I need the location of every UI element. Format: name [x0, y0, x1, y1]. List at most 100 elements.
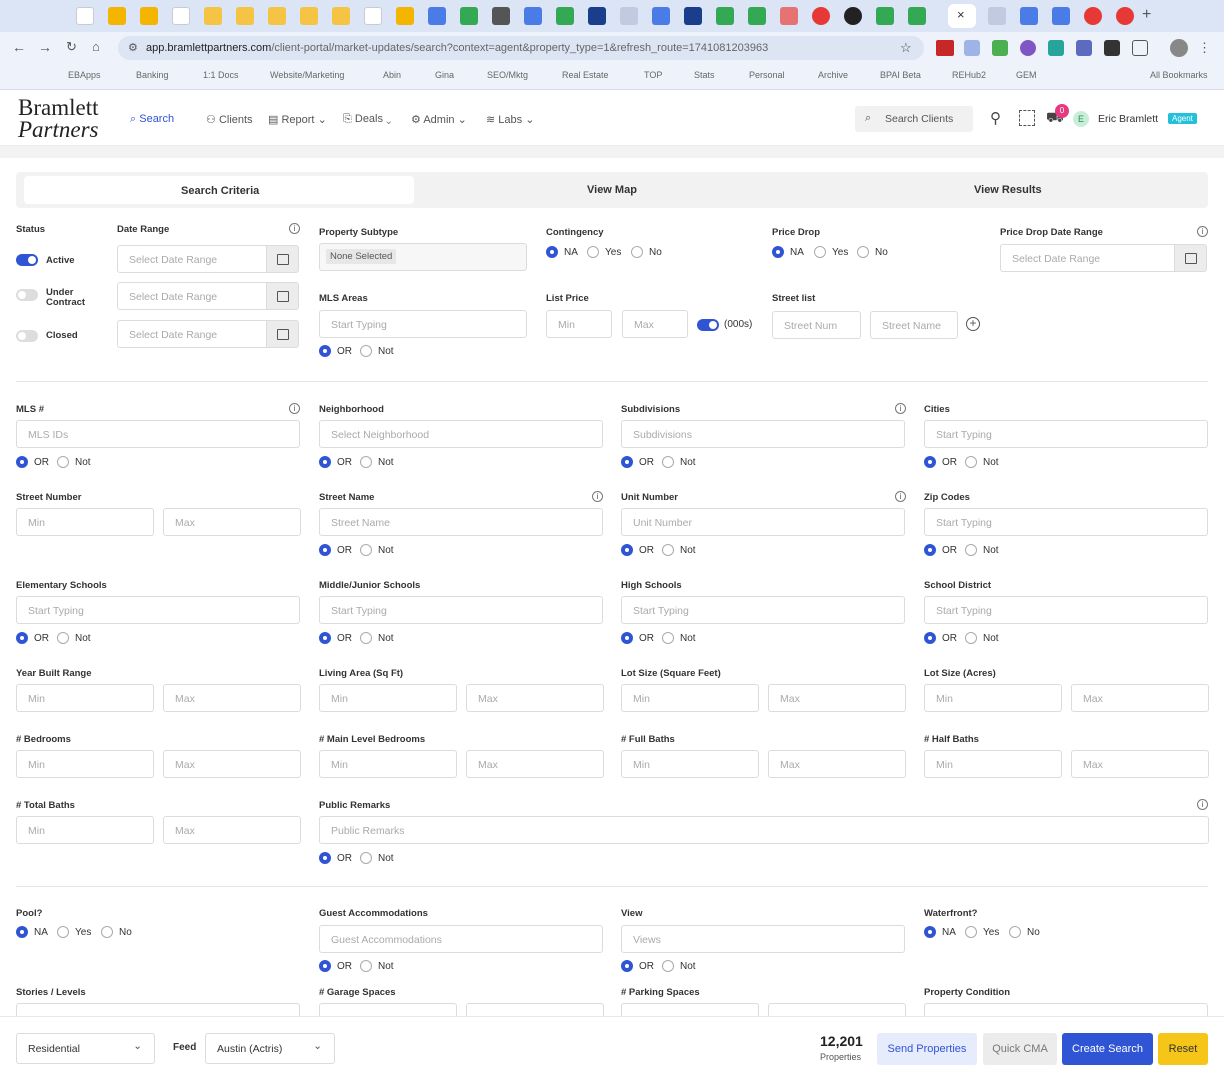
add-user-icon[interactable]: ⚲ — [990, 109, 1001, 127]
bookmark-star-icon[interactable]: ☆ — [900, 40, 912, 56]
zip-not-radio[interactable] — [965, 544, 977, 556]
mls-areas-not-radio[interactable] — [360, 345, 372, 357]
mls-ids-input[interactable]: MLS IDs — [16, 420, 300, 448]
info-icon[interactable]: i — [289, 223, 300, 234]
active-date-range-input[interactable]: Select Date Range — [117, 245, 267, 273]
high-not-radio[interactable] — [662, 632, 674, 644]
bookmark-personal[interactable]: Personal — [749, 70, 785, 80]
quick-cma-button[interactable]: Quick CMA — [983, 1033, 1057, 1065]
info-icon[interactable]: i — [1197, 226, 1208, 237]
bookmark-seo[interactable]: SEO/Mktg — [487, 70, 528, 80]
extension-icon[interactable] — [1020, 40, 1036, 56]
docs-tab-icon[interactable] — [1052, 7, 1070, 25]
back-icon[interactable]: ← — [12, 39, 26, 55]
pool-no-radio[interactable] — [101, 926, 113, 938]
mls-areas-or-radio[interactable] — [319, 345, 331, 357]
district-or-radio[interactable] — [924, 632, 936, 644]
price-drop-yes-radio[interactable] — [814, 246, 826, 258]
tab-view-results[interactable]: View Results — [974, 184, 1042, 196]
full-baths-min[interactable]: Min — [621, 750, 759, 778]
tab-icon[interactable] — [844, 7, 862, 25]
extension-icon[interactable] — [1104, 40, 1120, 56]
gmail-tab-icon[interactable] — [172, 7, 190, 25]
sheets-tab-icon[interactable] — [716, 7, 734, 25]
tab-icon[interactable] — [780, 7, 798, 25]
under-contract-date-range-input[interactable]: Select Date Range — [117, 282, 267, 310]
tab-icon[interactable] — [812, 7, 830, 25]
contingency-no-radio[interactable] — [631, 246, 643, 258]
close-tab-icon[interactable]: × — [957, 7, 965, 22]
bookmark-top[interactable]: TOP — [644, 70, 662, 80]
bookmark-gina[interactable]: Gina — [435, 70, 454, 80]
bookmark-real-estate[interactable]: Real Estate — [562, 70, 609, 80]
calendar-icon[interactable] — [266, 282, 299, 310]
lot-sqft-max[interactable]: Max — [768, 684, 906, 712]
guest-input[interactable]: Guest Accommodations — [319, 925, 603, 953]
all-bookmarks[interactable]: All Bookmarks — [1150, 70, 1208, 80]
drive-tab-icon[interactable] — [556, 7, 574, 25]
property-type-select[interactable]: Residential ⌄ — [16, 1033, 155, 1064]
view-or-radio[interactable] — [621, 960, 633, 972]
bookmark-gem[interactable]: GEM — [1016, 70, 1037, 80]
waterfront-na-radio[interactable] — [924, 926, 936, 938]
search-clients-box[interactable]: ⌕ Search Clients — [855, 106, 973, 132]
drive-tab-icon[interactable] — [908, 7, 926, 25]
extension-icon[interactable] — [964, 40, 980, 56]
new-tab-icon[interactable]: + — [1142, 6, 1151, 24]
contingency-yes-radio[interactable] — [587, 246, 599, 258]
list-price-min[interactable]: Min — [546, 310, 612, 338]
brand-logo[interactable]: Bramlett Partners — [18, 96, 99, 141]
view-not-radio[interactable] — [662, 960, 674, 972]
nav-search[interactable]: ⌕ Search — [130, 113, 174, 126]
reset-button[interactable]: Reset — [1158, 1033, 1208, 1065]
pool-na-radio[interactable] — [16, 926, 28, 938]
elementary-input[interactable]: Start Typing — [16, 596, 300, 624]
street-name-not-radio[interactable] — [360, 544, 372, 556]
tab-icon[interactable] — [1020, 7, 1038, 25]
unit-or-radio[interactable] — [621, 544, 633, 556]
middle-not-radio[interactable] — [360, 632, 372, 644]
sheets-tab-icon[interactable] — [876, 7, 894, 25]
zip-or-radio[interactable] — [924, 544, 936, 556]
nav-deals[interactable]: ⎘ Deals ⌄ — [343, 113, 391, 126]
forward-icon[interactable]: → — [38, 39, 52, 55]
view-input[interactable]: Views — [621, 925, 905, 953]
cities-or-radio[interactable] — [924, 456, 936, 468]
calendar-icon[interactable] — [266, 320, 299, 348]
info-icon[interactable]: i — [289, 403, 300, 414]
info-icon[interactable]: i — [592, 491, 603, 502]
middle-or-radio[interactable] — [319, 632, 331, 644]
home-icon[interactable]: ⌂ — [92, 39, 100, 54]
tab-icon[interactable] — [1116, 7, 1134, 25]
subdivisions-or-radio[interactable] — [621, 456, 633, 468]
extension-icon[interactable] — [992, 40, 1008, 56]
subdivisions-not-radio[interactable] — [662, 456, 674, 468]
neighborhood-not-radio[interactable] — [360, 456, 372, 468]
subdivisions-input[interactable]: Subdivisions — [621, 420, 905, 448]
full-baths-max[interactable]: Max — [768, 750, 906, 778]
half-baths-min[interactable]: Min — [924, 750, 1062, 778]
district-not-radio[interactable] — [965, 632, 977, 644]
bookmark-bpai[interactable]: BPAI Beta — [880, 70, 921, 80]
active-tab[interactable]: × — [948, 4, 976, 28]
lot-acres-min[interactable]: Min — [924, 684, 1062, 712]
slides-tab-icon[interactable] — [236, 7, 254, 25]
bookmark-stats[interactable]: Stats — [694, 70, 715, 80]
slides-tab-icon[interactable] — [268, 7, 286, 25]
slides-tab-icon[interactable] — [300, 7, 318, 25]
property-subtype-select[interactable]: None Selected — [319, 243, 527, 271]
tab-icon[interactable] — [652, 7, 670, 25]
nav-labs[interactable]: ≋ Labs ⌄ — [486, 113, 534, 126]
tab-icon[interactable] — [684, 7, 702, 25]
bookmark-banking[interactable]: Banking — [136, 70, 169, 80]
public-remarks-input[interactable]: Public Remarks — [319, 816, 1209, 844]
main-bedrooms-max[interactable]: Max — [466, 750, 604, 778]
tab-view-map[interactable]: View Map — [587, 184, 637, 196]
tab-icon[interactable] — [588, 7, 606, 25]
mls-areas-input[interactable]: Start Typing — [319, 310, 527, 338]
gmail-tab-icon[interactable] — [76, 7, 94, 25]
extension-icon[interactable] — [1076, 40, 1092, 56]
info-icon[interactable]: i — [1197, 799, 1208, 810]
guest-or-radio[interactable] — [319, 960, 331, 972]
sheets-tab-icon[interactable] — [748, 7, 766, 25]
